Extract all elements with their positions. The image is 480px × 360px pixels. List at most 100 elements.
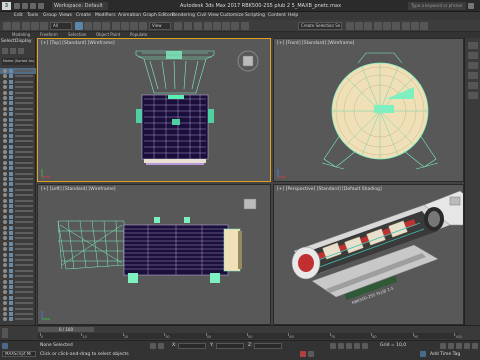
reference-coordinate-dropdown[interactable]: View	[149, 22, 171, 30]
mirror-icon[interactable]	[346, 22, 354, 30]
next-frame-icon[interactable]	[354, 343, 360, 349]
menu-scripting[interactable]: Scripting	[245, 13, 265, 19]
orbit-icon[interactable]	[464, 343, 470, 349]
placement-icon[interactable]	[139, 22, 147, 30]
undo-icon[interactable]	[3, 22, 11, 30]
keyboard-shortcut-icon[interactable]	[194, 22, 202, 30]
visibility-icon[interactable]	[3, 155, 7, 160]
visibility-icon[interactable]	[3, 69, 7, 73]
save-file-icon[interactable]	[30, 3, 36, 9]
viewport-label-top[interactable]: [+] [Top] [Standard] [Wireframe]	[41, 41, 115, 46]
visibility-icon[interactable]	[3, 101, 7, 106]
visibility-icon[interactable]	[3, 160, 7, 165]
isolate-selection-icon[interactable]	[150, 343, 156, 349]
visibility-icon[interactable]	[3, 285, 7, 289]
visibility-icon[interactable]	[3, 263, 7, 268]
pivot-center-icon[interactable]	[174, 22, 182, 30]
auto-key-icon[interactable]	[300, 351, 306, 357]
time-slider[interactable]: 0 / 100	[38, 327, 94, 332]
visibility-icon[interactable]	[3, 274, 7, 279]
viewport-label-left[interactable]: [+] [Left] [Standard] [Wireframe]	[41, 187, 116, 192]
viewport-front[interactable]: [+] [Front] [Standard] [Wireframe]	[273, 38, 464, 182]
modify-tab-icon[interactable]	[468, 52, 478, 59]
visibility-icon[interactable]	[3, 90, 7, 95]
menu-help[interactable]: Help	[288, 13, 298, 19]
visibility-icon[interactable]	[3, 150, 7, 154]
menu-group[interactable]: Group	[43, 13, 57, 19]
help-icon[interactable]	[468, 3, 474, 9]
visibility-icon[interactable]	[3, 252, 7, 257]
visibility-icon[interactable]	[3, 295, 7, 300]
visibility-icon[interactable]	[3, 85, 7, 90]
visibility-icon[interactable]	[3, 312, 7, 316]
visibility-icon[interactable]	[3, 231, 7, 235]
schematic-view-icon[interactable]	[383, 22, 391, 30]
select-manipulate-icon[interactable]	[184, 22, 192, 30]
visibility-icon[interactable]	[3, 247, 7, 252]
mini-curve-editor-icon[interactable]	[2, 328, 8, 338]
find-icon[interactable]	[10, 48, 16, 54]
visibility-icon[interactable]	[3, 241, 7, 246]
visibility-icon[interactable]	[3, 112, 7, 117]
visibility-icon[interactable]	[3, 139, 7, 144]
maximize-viewport-icon[interactable]	[472, 343, 478, 349]
utilities-tab-icon[interactable]	[468, 92, 478, 99]
menu-views[interactable]: Views	[59, 13, 72, 19]
viewport-perspective[interactable]: [+] [Perspective] [Standard] [Default Sh…	[273, 184, 464, 325]
visibility-icon[interactable]	[3, 182, 7, 187]
visibility-icon[interactable]	[3, 177, 7, 181]
curve-editor-icon[interactable]	[374, 22, 382, 30]
menu-modifiers[interactable]: Modifiers	[95, 13, 116, 19]
rectangular-selection-icon[interactable]	[93, 22, 101, 30]
visibility-icon[interactable]	[3, 209, 7, 214]
viewport-top[interactable]: [+] [Top] [Standard] [Wireframe]	[37, 38, 271, 182]
named-selection-dropdown[interactable]: Create Selection Se	[298, 22, 342, 30]
render-setup-icon[interactable]	[402, 22, 410, 30]
redo-icon[interactable]	[12, 22, 20, 30]
visibility-icon[interactable]	[3, 204, 7, 208]
viewport-label-front[interactable]: [+] [Front] [Standard] [Wireframe]	[277, 41, 354, 46]
visibility-icon[interactable]	[3, 171, 7, 176]
visibility-icon[interactable]	[3, 220, 7, 225]
menu-customize[interactable]: Customize	[220, 13, 244, 19]
hierarchy-tab-icon[interactable]	[468, 62, 478, 69]
snaps-toggle-icon[interactable]	[204, 22, 212, 30]
layer-explorer-icon[interactable]	[364, 22, 372, 30]
zoom-icon[interactable]	[440, 343, 446, 349]
percent-snap-icon[interactable]	[222, 22, 230, 30]
z-coord-field[interactable]	[254, 343, 282, 349]
visibility-icon[interactable]	[3, 133, 7, 138]
visibility-icon[interactable]	[3, 166, 7, 171]
time-tag-icon[interactable]	[420, 351, 426, 357]
menu-tools[interactable]: Tools	[27, 13, 38, 19]
bind-space-warp-icon[interactable]	[40, 22, 48, 30]
menu-create[interactable]: Create	[76, 13, 91, 19]
new-file-icon[interactable]	[14, 3, 20, 9]
layers-icon[interactable]	[18, 48, 24, 54]
display-tab-icon[interactable]	[468, 82, 478, 89]
menu-content[interactable]: Content	[268, 13, 286, 19]
column-header-name[interactable]: Name (Sorted Ascend)	[2, 58, 34, 65]
visibility-icon[interactable]	[3, 106, 7, 111]
tab-select[interactable]: Select	[1, 38, 15, 46]
angle-snap-icon[interactable]	[213, 22, 221, 30]
motion-tab-icon[interactable]	[468, 72, 478, 79]
visibility-icon[interactable]	[3, 128, 7, 133]
pan-view-icon[interactable]	[456, 343, 462, 349]
go-to-start-icon[interactable]	[330, 343, 336, 349]
scene-object-row[interactable]	[0, 316, 36, 322]
viewport-label-perspective[interactable]: [+] [Perspective] [Standard] [Default Sh…	[277, 187, 382, 192]
go-to-end-icon[interactable]	[362, 343, 368, 349]
visibility-icon[interactable]	[3, 268, 7, 273]
selection-lock-icon[interactable]	[158, 343, 164, 349]
visibility-icon[interactable]	[3, 236, 7, 241]
open-file-icon[interactable]	[22, 3, 28, 9]
visibility-icon[interactable]	[3, 306, 7, 311]
visibility-icon[interactable]	[3, 193, 7, 198]
spinner-snap-icon[interactable]	[231, 22, 239, 30]
visibility-icon[interactable]	[3, 198, 7, 203]
visibility-icon[interactable]	[3, 79, 7, 84]
edit-named-selection-icon[interactable]	[241, 22, 249, 30]
material-editor-icon[interactable]	[392, 22, 400, 30]
visibility-icon[interactable]	[3, 74, 7, 79]
